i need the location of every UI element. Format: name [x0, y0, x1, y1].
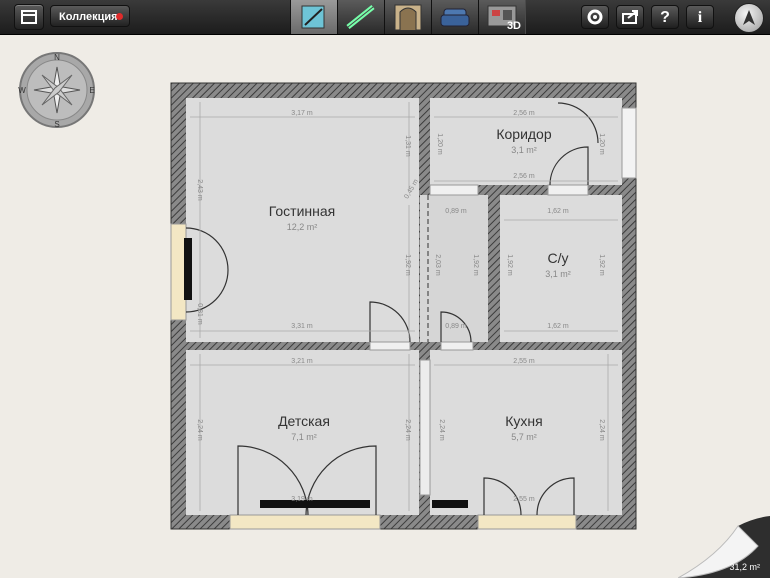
dim-living-left: 2,43 m — [196, 179, 203, 201]
dim-bath-left: 1,92 m — [506, 254, 513, 276]
dim-kids-left: 2,24 m — [196, 419, 203, 441]
dim-kitchen-left: 2,24 m — [438, 419, 445, 441]
dim-bath-right: 1,92 m — [598, 254, 605, 276]
corridor-window[interactable] — [621, 107, 637, 179]
dim-living-center: 1,92 m — [404, 254, 411, 276]
floor-plan[interactable]: Гостинная 12,2 m² Коридор 3,1 m² С/у 3,1… — [0, 0, 770, 578]
dim-corridor-top: 2,56 m — [513, 110, 535, 117]
dim-kids-top: 3,21 m — [291, 358, 313, 365]
dim-corridor-left: 1,20 m — [436, 133, 443, 155]
dim-living-right: 1,31 m — [404, 135, 411, 157]
radiator-kitchen — [432, 500, 468, 508]
corridor-name: Коридор — [496, 126, 552, 142]
corridor-area: 3,1 m² — [511, 145, 537, 155]
dim-hall-left: 2,03 m — [434, 254, 441, 276]
dim-kitchen-top: 2,55 m — [513, 358, 535, 365]
dim-kitchen-bottom: 2,55 m — [513, 496, 535, 503]
dim-hall-top: 0,89 m — [445, 208, 467, 215]
dim-bath-bottom: 1,62 m — [547, 323, 569, 330]
total-area: 31,2 m² — [729, 562, 760, 572]
radiator-living — [184, 238, 192, 300]
dim-living-top: 3,17 m — [291, 110, 313, 117]
corridor-door2-gap — [547, 184, 589, 196]
dim-kids-bottom: 3,19 m — [291, 496, 313, 503]
dim-kids-right: 2,24 m — [404, 419, 411, 441]
kids-room-window[interactable] — [229, 514, 381, 530]
kitchen-area: 5,7 m² — [511, 432, 537, 442]
living-room-name: Гостинная — [269, 203, 336, 219]
dim-bath-top: 1,62 m — [547, 208, 569, 215]
bathroom-area: 3,1 m² — [545, 269, 571, 279]
dim-kitchen-right: 2,24 m — [598, 419, 605, 441]
living-door-gap — [369, 341, 411, 351]
dim-living-left-lower: 0,81 m — [196, 303, 203, 325]
bathroom-name: С/у — [548, 250, 569, 266]
dim-corridor-right: 1,20 m — [598, 133, 605, 155]
living-room-window[interactable] — [170, 223, 187, 321]
living-room-area: 12,2 m² — [287, 222, 318, 232]
kids-room-area: 7,1 m² — [291, 432, 317, 442]
total-area-value: 31,2 m² — [729, 562, 760, 572]
living-room-floor[interactable] — [186, 98, 419, 342]
radiator-kids — [260, 500, 370, 508]
corridor-door-gap — [429, 184, 479, 196]
dim-hall-right: 1,92 m — [472, 254, 479, 276]
kids-door-gap — [419, 359, 431, 496]
kitchen-window[interactable] — [477, 514, 577, 530]
hall-door-gap — [440, 341, 474, 351]
kids-room-name: Детская — [278, 413, 330, 429]
dim-living-bottom: 3,31 m — [291, 323, 313, 330]
dim-hall-bottom: 0,89 m — [445, 323, 467, 330]
kitchen-name: Кухня — [505, 413, 542, 429]
dim-corridor-bottom: 2,56 m — [513, 173, 535, 180]
